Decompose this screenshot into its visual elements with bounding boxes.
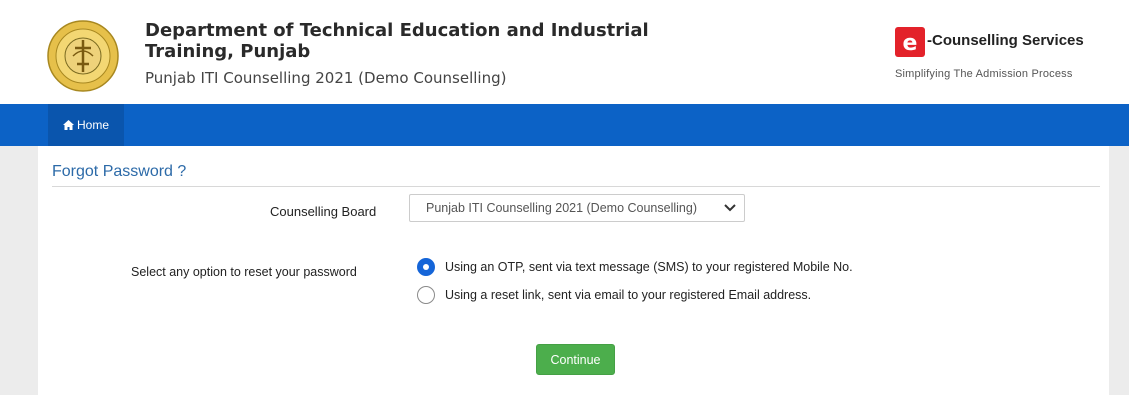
counselling-board-selected-value: Punjab ITI Counselling 2021 (Demo Counse… bbox=[426, 201, 697, 215]
sms-radio-button[interactable] bbox=[417, 258, 435, 276]
reset-option-sms[interactable]: Using an OTP, sent via text message (SMS… bbox=[417, 257, 853, 277]
navigation-bar: Home bbox=[0, 104, 1129, 146]
department-title-line2: Training, Punjab bbox=[145, 41, 311, 62]
chevron-down-icon bbox=[724, 204, 736, 212]
e-logo-icon: e bbox=[895, 27, 925, 57]
email-radio-button[interactable] bbox=[417, 286, 435, 304]
nav-home-link[interactable]: Home bbox=[48, 104, 124, 146]
brand-name: -Counselling Services bbox=[927, 32, 1084, 49]
svg-text:e: e bbox=[903, 31, 918, 56]
reset-option-email[interactable]: Using a reset link, sent via email to yo… bbox=[417, 285, 811, 305]
reset-option-label: Select any option to reset your password bbox=[131, 265, 357, 279]
page-title: Forgot Password ? bbox=[52, 163, 187, 180]
home-icon bbox=[62, 120, 74, 130]
title-divider bbox=[52, 186, 1100, 187]
sms-option-text: Using an OTP, sent via text message (SMS… bbox=[445, 260, 853, 274]
continue-button[interactable]: Continue bbox=[536, 344, 615, 375]
site-header: Department of Technical Education and In… bbox=[0, 0, 1129, 104]
counselling-subtitle: Punjab ITI Counselling 2021 (Demo Counse… bbox=[145, 69, 507, 87]
brand-tagline: Simplifying The Admission Process bbox=[895, 68, 1073, 80]
counselling-board-label: Counselling Board bbox=[270, 204, 377, 219]
department-title-line1: Department of Technical Education and In… bbox=[145, 20, 649, 41]
nav-home-label: Home bbox=[76, 118, 109, 132]
punjab-govt-emblem-icon bbox=[47, 20, 119, 92]
department-title: Department of Technical Education and In… bbox=[145, 20, 705, 62]
counselling-board-select[interactable]: Punjab ITI Counselling 2021 (Demo Counse… bbox=[409, 194, 745, 222]
forgot-password-panel: Forgot Password ? Counselling Board Punj… bbox=[38, 146, 1109, 395]
email-option-text: Using a reset link, sent via email to yo… bbox=[445, 288, 812, 302]
